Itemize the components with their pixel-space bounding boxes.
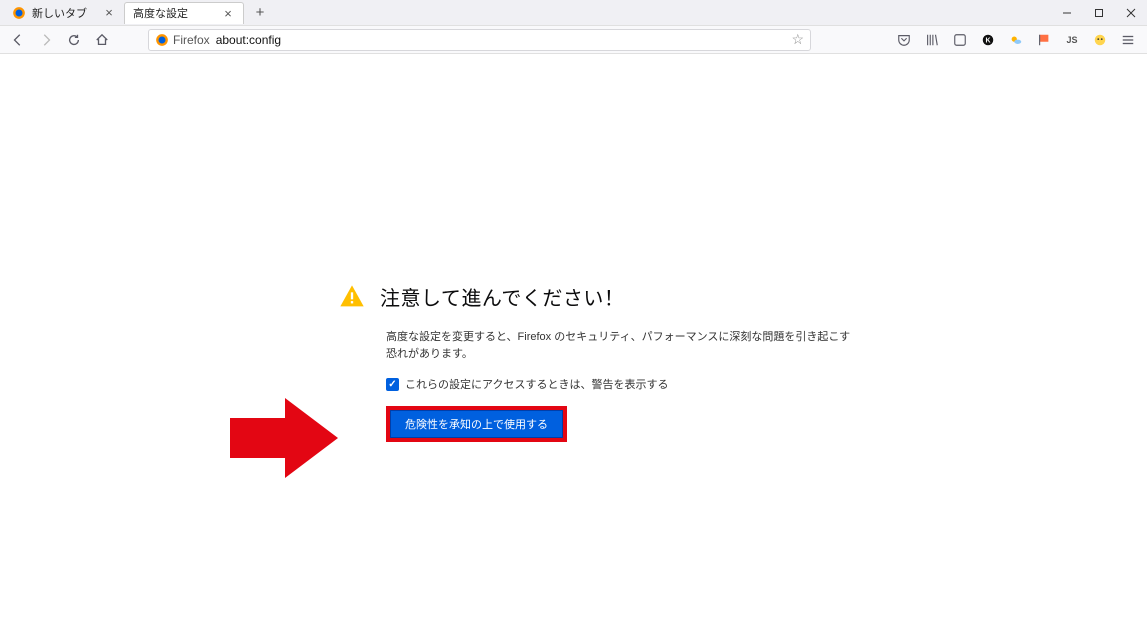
minimize-button[interactable] — [1051, 0, 1083, 26]
tab-strip: 新しいタブ × 高度な設定 × + — [0, 0, 1147, 26]
config-warning: 注意して進んでください！ 高度な設定を変更すると、Firefox のセキュリティ… — [338, 282, 858, 442]
tab-new-tab[interactable]: 新しいタブ × — [4, 2, 124, 24]
checkbox-checked-icon[interactable]: ✓ — [386, 378, 399, 391]
warning-description: 高度な設定を変更すると、Firefox のセキュリティ、パフォーマンスに深刻な問… — [386, 329, 858, 362]
container-icon[interactable] — [951, 31, 969, 49]
warning-triangle-icon — [338, 283, 366, 311]
close-window-button[interactable] — [1115, 0, 1147, 26]
js-icon[interactable]: JS — [1063, 31, 1081, 49]
tab-label: 新しいタブ — [32, 5, 96, 21]
forward-button[interactable] — [34, 28, 58, 52]
url-text: about:config — [216, 33, 786, 47]
back-button[interactable] — [6, 28, 30, 52]
close-tab-icon[interactable]: × — [221, 7, 235, 20]
new-tab-button[interactable]: + — [248, 2, 272, 24]
identity-label: Firefox — [173, 33, 210, 47]
adblock-icon[interactable]: K — [979, 31, 997, 49]
extension-icon[interactable] — [1091, 31, 1109, 49]
menu-icon[interactable] — [1119, 31, 1137, 49]
checkbox-label: これらの設定にアクセスするときは、警告を表示する — [405, 376, 668, 392]
warning-title: 注意して進んでください！ — [380, 282, 624, 311]
firefox-icon — [155, 33, 169, 47]
show-warning-checkbox-row[interactable]: ✓ これらの設定にアクセスするときは、警告を表示する — [386, 376, 858, 392]
weather-icon[interactable] — [1007, 31, 1025, 49]
page-content: 注意して進んでください！ 高度な設定を変更すると、Firefox のセキュリティ… — [0, 54, 1147, 621]
annotation-arrow — [230, 398, 338, 478]
accept-risk-button[interactable]: 危険性を承知の上で使用する — [390, 410, 563, 438]
nav-toolbar: Firefox about:config ☆ K JS — [0, 26, 1147, 54]
annotation-highlight: 危険性を承知の上で使用する — [386, 406, 567, 442]
home-button[interactable] — [90, 28, 114, 52]
firefox-favicon — [12, 6, 26, 20]
tab-label: 高度な設定 — [133, 5, 215, 21]
tab-advanced-settings[interactable]: 高度な設定 × — [124, 2, 244, 24]
maximize-button[interactable] — [1083, 0, 1115, 26]
close-tab-icon[interactable]: × — [102, 6, 116, 19]
bookmark-star-icon[interactable]: ☆ — [791, 31, 804, 48]
pocket-icon[interactable] — [895, 31, 913, 49]
svg-text:K: K — [985, 37, 990, 44]
toolbar-extensions: K JS — [895, 31, 1141, 49]
flag-icon[interactable] — [1035, 31, 1053, 49]
window-controls — [1051, 0, 1147, 26]
library-icon[interactable] — [923, 31, 941, 49]
url-bar[interactable]: Firefox about:config ☆ — [148, 29, 811, 51]
reload-button[interactable] — [62, 28, 86, 52]
identity-box[interactable]: Firefox — [155, 33, 210, 47]
